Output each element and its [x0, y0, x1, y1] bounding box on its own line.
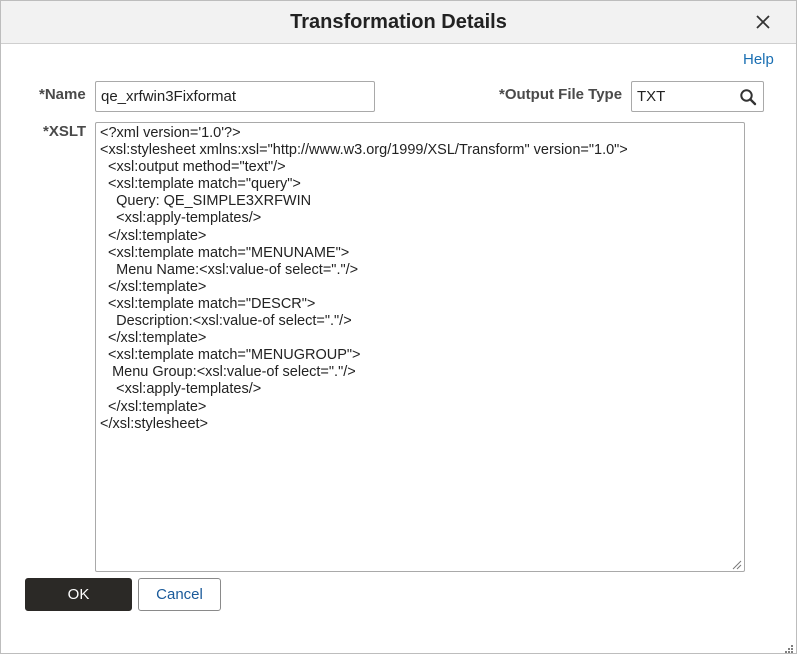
search-icon[interactable] [739, 88, 757, 106]
name-field[interactable] [95, 81, 375, 112]
xslt-label: *XSLT [43, 123, 87, 140]
xslt-textarea[interactable]: <?xml version='1.0'?> <xsl:stylesheet xm… [95, 122, 745, 572]
help-link[interactable]: Help [743, 51, 774, 68]
cancel-button[interactable]: Cancel [138, 578, 221, 611]
ok-button[interactable]: OK [25, 578, 132, 611]
dialog-title: Transformation Details [290, 11, 507, 33]
transformation-details-dialog: Transformation Details Help *Name *Outpu… [0, 0, 797, 654]
name-label: *Name [39, 86, 86, 103]
dialog-resize-handle-icon[interactable] [784, 641, 794, 653]
output-file-type-label: *Output File Type [499, 86, 623, 103]
close-icon[interactable] [753, 12, 773, 32]
textarea-resize-handle-icon[interactable] [730, 557, 742, 570]
dialog-header: Transformation Details [1, 1, 796, 44]
